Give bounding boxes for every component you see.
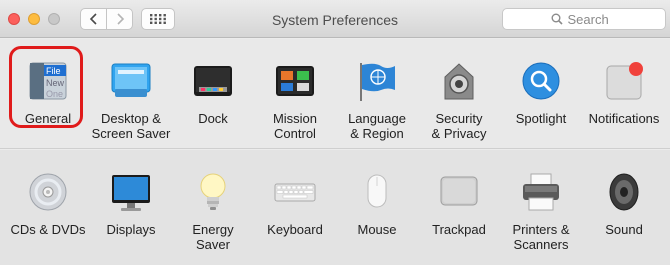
pane-label: Energy Saver — [192, 222, 234, 252]
pane-label: Dock — [198, 111, 228, 126]
general-icon-file-text: File — [46, 66, 61, 76]
pane-label: Keyboard — [267, 222, 323, 237]
pane-mission-control[interactable]: Mission Control — [253, 59, 337, 141]
mouse-icon — [355, 170, 399, 214]
language-region-icon — [355, 59, 399, 103]
pane-language-region[interactable]: Language & Region — [335, 59, 419, 141]
show-all-button[interactable] — [141, 8, 175, 30]
general-icon-one-text: One — [46, 89, 63, 99]
chevron-right-icon — [116, 13, 124, 25]
pane-energy-saver[interactable]: Energy Saver — [171, 170, 255, 252]
energy-saver-icon — [191, 170, 235, 214]
pane-label: Mission Control — [272, 111, 318, 141]
pane-label: Sound — [605, 222, 643, 237]
zoom-window-button[interactable] — [48, 13, 60, 25]
pane-label: Trackpad — [432, 222, 486, 237]
close-window-button[interactable] — [8, 13, 20, 25]
pane-security-privacy[interactable]: Security & Privacy — [417, 59, 501, 141]
pane-label: Printers & Scanners — [512, 222, 570, 252]
hardware-section: CDs & DVDs Displays Energy Saver Keyboar… — [0, 150, 670, 265]
pane-keyboard[interactable]: Keyboard — [253, 170, 337, 237]
pane-spotlight[interactable]: Spotlight — [499, 59, 583, 126]
printers-scanners-icon — [519, 170, 563, 214]
pane-cds-dvds[interactable]: CDs & DVDs — [6, 170, 90, 237]
pane-general[interactable]: File New One General — [6, 59, 90, 126]
desktop-screen-saver-icon — [109, 59, 153, 103]
search-icon — [551, 13, 563, 25]
general-icon-new-text: New — [46, 78, 65, 88]
pane-mouse[interactable]: Mouse — [335, 170, 419, 237]
dock-icon — [191, 59, 235, 103]
minimize-window-button[interactable] — [28, 13, 40, 25]
pane-sound[interactable]: Sound — [582, 170, 666, 237]
system-preferences-window: System Preferences File New One G — [0, 0, 670, 265]
spotlight-icon — [519, 59, 563, 103]
search-input[interactable] — [567, 11, 618, 27]
personal-section: File New One General Desktop & Screen Sa… — [0, 39, 670, 149]
pane-trackpad[interactable]: Trackpad — [417, 170, 501, 237]
cds-dvds-icon — [26, 170, 70, 214]
pane-desktop-screen-saver[interactable]: Desktop & Screen Saver — [89, 59, 173, 141]
pane-label: Desktop & Screen Saver — [91, 111, 171, 141]
pane-printers-scanners[interactable]: Printers & Scanners — [499, 170, 583, 252]
search-field[interactable] — [502, 8, 666, 30]
chevron-left-icon — [89, 13, 97, 25]
pane-label: CDs & DVDs — [10, 222, 86, 237]
pane-label: Mouse — [357, 222, 397, 237]
pane-dock[interactable]: Dock — [171, 59, 255, 126]
back-button[interactable] — [81, 9, 106, 29]
pane-label: Displays — [106, 222, 156, 237]
forward-button[interactable] — [106, 9, 132, 29]
toolbar: System Preferences — [0, 0, 670, 38]
pane-notifications[interactable]: Notifications — [582, 59, 666, 126]
mission-control-icon — [273, 59, 317, 103]
notifications-icon — [602, 59, 646, 103]
pane-label: Spotlight — [515, 111, 567, 126]
trackpad-icon — [437, 170, 481, 214]
general-icon: File New One — [26, 59, 70, 103]
pane-displays[interactable]: Displays — [89, 170, 173, 237]
grid-icon — [150, 14, 166, 24]
pane-label: Language & Region — [348, 111, 406, 141]
sound-icon — [602, 170, 646, 214]
pane-label: Notifications — [588, 111, 660, 126]
navigation-buttons — [80, 8, 133, 30]
pane-label: Security & Privacy — [431, 111, 487, 141]
keyboard-icon — [273, 170, 317, 214]
displays-icon — [109, 170, 153, 214]
security-privacy-icon — [437, 59, 481, 103]
pane-label: General — [24, 111, 72, 126]
